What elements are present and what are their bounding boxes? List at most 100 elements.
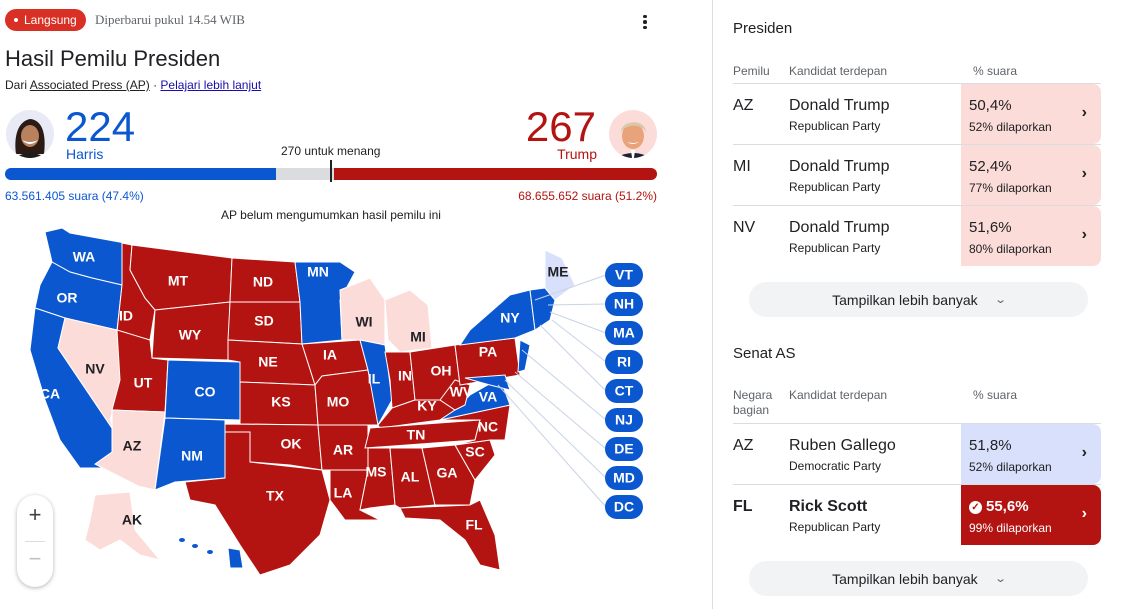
state-label-az: AZ	[123, 438, 142, 454]
candidate-party: Republican Party	[789, 119, 881, 133]
senate-show-more-button[interactable]: Tampilkan lebih banyak ⌄	[749, 561, 1088, 596]
state-label-ny: NY	[500, 310, 520, 326]
harris-bar-fill	[5, 168, 277, 180]
trump-popular-votes: 68.655.652 suara (51.2%)	[518, 189, 657, 203]
state-label-co: CO	[195, 384, 216, 400]
state-wi[interactable]	[339, 277, 386, 346]
chevron-right-icon: ›	[1081, 104, 1087, 121]
hawaii-island	[192, 544, 198, 548]
callout-label: RI	[617, 354, 631, 370]
candidate-name: Donald Trump	[789, 219, 890, 236]
president-race-row[interactable]: NV Donald Trump Republican Party 51,6% 80% d…	[733, 205, 1101, 266]
results-panel: Langsung Diperbarui pukul 14.54 WIB Hasi…	[0, 0, 712, 609]
state-code: NV	[733, 219, 756, 236]
live-dot-icon	[14, 18, 18, 22]
state-label-ky: KY	[417, 398, 437, 414]
to-win-label: 270 untuk menang	[281, 144, 381, 158]
vote-share-cell[interactable]: 51,6% 80% dilaporkan ›	[961, 206, 1101, 266]
president-race-row[interactable]: AZ Donald Trump Republican Party 50,4% 52% d…	[733, 83, 1101, 144]
state-label-wv: WV	[450, 384, 473, 400]
callout-ct[interactable]: CT	[605, 379, 643, 403]
chevron-right-icon: ›	[1081, 165, 1087, 182]
state-code: MI	[733, 158, 751, 175]
reported-percent: 52% dilaporkan	[969, 460, 1052, 474]
state-label-mi: MI	[410, 329, 426, 345]
vote-share-cell[interactable]: ✓ 55,6% 99% dilaporkan ›	[961, 485, 1101, 545]
source-prefix: Dari	[5, 78, 28, 92]
state-label-nc: NC	[478, 419, 498, 435]
callout-ma[interactable]: MA	[605, 321, 643, 345]
president-show-more-button[interactable]: Tampilkan lebih banyak ⌄	[749, 282, 1088, 317]
state-label-or: OR	[57, 290, 78, 306]
zoom-in-button[interactable]: +	[17, 495, 53, 535]
callout-label: MA	[613, 325, 635, 341]
reported-percent: 52% dilaporkan	[969, 120, 1052, 134]
president-race-row[interactable]: MI Donald Trump Republican Party 52,4% 77% d…	[733, 144, 1101, 205]
state-label-ar: AR	[333, 442, 353, 458]
callout-de[interactable]: DE	[605, 437, 643, 461]
vote-share-cell[interactable]: 50,4% 52% dilaporkan ›	[961, 84, 1101, 144]
state-label-oh: OH	[431, 363, 452, 379]
learn-more-link[interactable]: Pelajari lebih lanjut	[160, 78, 261, 92]
show-more-label: Tampilkan lebih banyak	[832, 570, 978, 587]
callout-nh[interactable]: NH	[605, 292, 643, 316]
senate-race-row[interactable]: AZ Ruben Gallego Democratic Party 51,8% 52% …	[733, 423, 1101, 484]
state-label-wi: WI	[355, 314, 372, 330]
callout-line	[521, 349, 607, 421]
vote-share-cell[interactable]: 52,4% 77% dilaporkan ›	[961, 145, 1101, 205]
harris-avatar	[6, 110, 54, 158]
state-label-il: IL	[368, 371, 381, 387]
state-label-pa: PA	[479, 344, 497, 360]
vote-share-wrap: ✓ 55,6%	[969, 498, 1029, 515]
zoom-out-button[interactable]: −	[17, 539, 53, 579]
candidate-name: Ruben Gallego	[789, 437, 896, 454]
callout-line	[504, 379, 607, 479]
state-label-fl: FL	[465, 517, 483, 533]
state-label-ok: OK	[281, 436, 302, 452]
state-nj-s[interactable]	[517, 339, 531, 373]
candidate-party: Republican Party	[789, 520, 881, 534]
state-code: AZ	[733, 97, 754, 114]
state-code: AZ	[733, 437, 754, 454]
callout-label: NJ	[615, 412, 633, 428]
state-ny[interactable]	[458, 289, 536, 346]
callout-label: MD	[613, 470, 635, 486]
senate-section-title: Senat AS	[733, 345, 796, 362]
vote-share-cell[interactable]: 51,8% 52% dilaporkan ›	[961, 424, 1101, 484]
reported-percent: 99% dilaporkan	[969, 521, 1052, 535]
state-label-ms: MS	[366, 464, 387, 480]
president-section-title: Presiden	[733, 20, 793, 37]
state-label-wy: WY	[179, 327, 202, 343]
us-electoral-map[interactable]: VT NH MA RI CT NJ DE MD DC WA OR CA NV ID MT WY UT AZ CO N…	[0, 222, 712, 609]
candidate-name: Donald Trump	[789, 97, 890, 114]
callout-ri[interactable]: RI	[605, 350, 643, 374]
hawaii-island	[179, 538, 185, 542]
state-fl[interactable]	[399, 499, 501, 571]
ap-note: AP belum mengumumkan hasil pemilu ini	[221, 208, 441, 222]
state-label-ga: GA	[437, 465, 458, 481]
state-label-hi: HI	[201, 551, 215, 567]
callout-line	[551, 319, 607, 363]
callout-dc[interactable]: DC	[605, 495, 643, 519]
trump-name: Trump	[557, 146, 597, 162]
callout-md[interactable]: MD	[605, 466, 643, 490]
source-line: Dari Associated Press (AP) · Pelajari le…	[5, 78, 261, 92]
senate-col-candidate: Kandidat terdepan	[789, 388, 888, 402]
more-vert-icon[interactable]	[635, 12, 655, 32]
state-label-mo: MO	[327, 394, 350, 410]
source-link[interactable]: Associated Press (AP)	[30, 78, 150, 92]
callout-nj[interactable]: NJ	[605, 408, 643, 432]
chevron-right-icon: ›	[1081, 444, 1087, 461]
state-label-ak: AK	[122, 512, 142, 528]
callout-vt[interactable]: VT	[605, 263, 643, 287]
trump-avatar	[609, 110, 657, 158]
vote-share-wrap: 50,4%	[969, 97, 1012, 114]
state-hi[interactable]	[227, 547, 244, 569]
senate-race-row[interactable]: FL Rick Scott Republican Party ✓ 55,6% 99% di…	[733, 484, 1101, 545]
vote-share: 55,6%	[986, 498, 1029, 515]
state-label-ne: NE	[258, 354, 277, 370]
chevron-down-icon: ⌄	[993, 294, 1007, 306]
state-label-la: LA	[334, 485, 353, 501]
state-label-ks: KS	[271, 394, 290, 410]
president-col-race: Pemilu	[733, 64, 770, 78]
